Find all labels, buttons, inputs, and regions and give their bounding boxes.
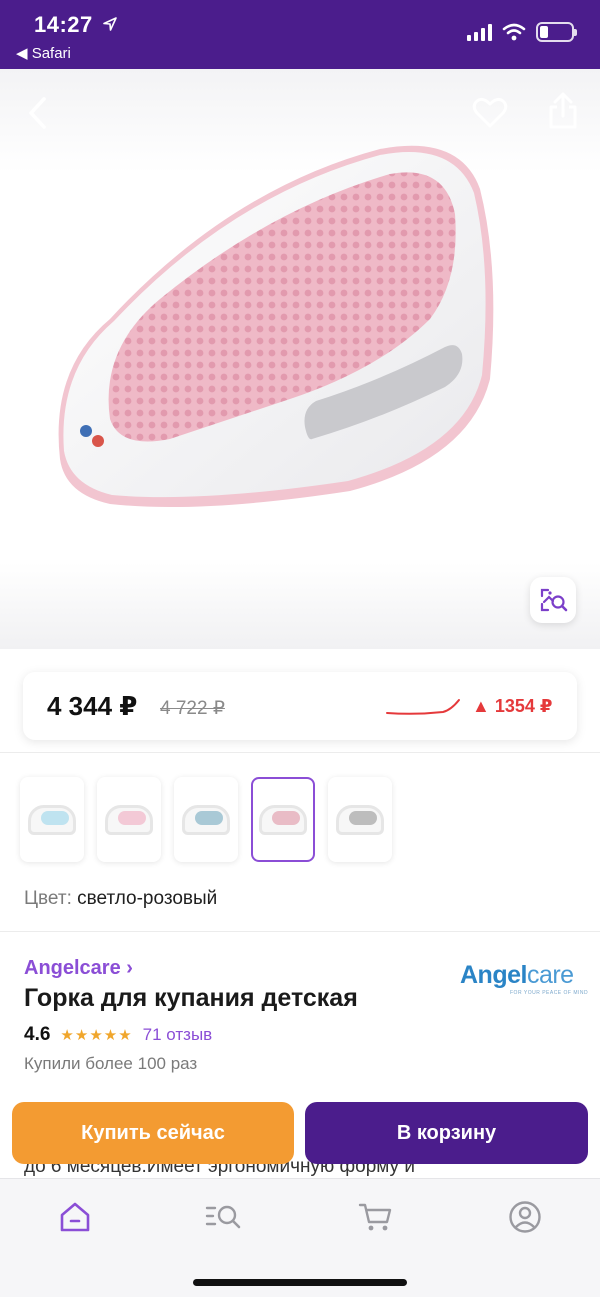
share-button[interactable] bbox=[543, 91, 583, 131]
reviews-link[interactable]: 71 отзыв bbox=[143, 1025, 213, 1045]
favorite-button[interactable] bbox=[470, 93, 510, 133]
chevron-left-icon bbox=[29, 97, 46, 129]
status-time: 14:27 bbox=[34, 12, 93, 37]
back-button[interactable] bbox=[18, 93, 58, 133]
tab-profile[interactable] bbox=[505, 1197, 545, 1237]
status-bar: 14:27 ◀ Safari bbox=[0, 0, 600, 69]
divider bbox=[0, 752, 600, 753]
wifi-icon bbox=[502, 23, 526, 41]
product-image bbox=[58, 145, 494, 508]
price-change: ▲ 1354 ₽ bbox=[472, 696, 553, 716]
color-thumbnail-image bbox=[182, 804, 230, 835]
product-gallery[interactable] bbox=[0, 69, 600, 649]
buy-now-button[interactable]: Купить сейчас bbox=[12, 1102, 294, 1164]
color-thumbnail[interactable] bbox=[20, 777, 84, 862]
rating-value: 4.6 bbox=[24, 1024, 51, 1045]
tab-home[interactable] bbox=[55, 1197, 95, 1237]
color-thumbnail-image bbox=[28, 804, 76, 835]
tab-cart[interactable] bbox=[356, 1197, 396, 1237]
color-selection: Цвет: светло-розовый bbox=[24, 888, 217, 910]
brand-logo-main: Angel bbox=[460, 961, 527, 989]
price-trend-sparkline bbox=[386, 699, 460, 715]
color-thumbnail-image bbox=[105, 804, 153, 835]
cart-icon bbox=[358, 1203, 392, 1231]
home-icon bbox=[60, 1202, 90, 1232]
product-title: Горка для купания детская bbox=[24, 984, 358, 1012]
brand-logo-tagline: FOR YOUR PEACE OF MIND bbox=[510, 990, 589, 996]
color-thumbnail[interactable] bbox=[97, 777, 161, 862]
status-indicators bbox=[467, 22, 577, 42]
heart-icon bbox=[472, 97, 508, 128]
image-search-icon bbox=[540, 588, 568, 612]
rating-stars: ★★★★★ bbox=[60, 1027, 133, 1044]
home-indicator bbox=[193, 1279, 407, 1286]
color-options bbox=[20, 777, 392, 862]
color-thumbnail-image bbox=[336, 804, 384, 835]
brand-logo-accent: care bbox=[526, 961, 574, 989]
tab-catalog[interactable] bbox=[205, 1197, 245, 1237]
color-thumbnail[interactable] bbox=[174, 777, 238, 862]
color-thumbnail[interactable] bbox=[251, 777, 315, 862]
brand-logo[interactable]: Angelcare bbox=[460, 961, 574, 990]
add-to-cart-button[interactable]: В корзину bbox=[305, 1102, 588, 1164]
back-to-safari[interactable]: ◀ Safari bbox=[16, 44, 71, 62]
price-card[interactable]: 4 344 ₽ 4 722 ₽ ▲ 1354 ₽ bbox=[23, 672, 577, 740]
purchase-count: Купили более 100 раз bbox=[24, 1054, 198, 1073]
battery-icon bbox=[536, 22, 577, 42]
share-icon bbox=[549, 92, 577, 129]
divider bbox=[0, 931, 600, 932]
visual-search-button[interactable] bbox=[530, 577, 576, 623]
catalog-search-icon bbox=[205, 1205, 241, 1229]
brand-link[interactable]: Angelcare › bbox=[24, 957, 133, 980]
profile-icon bbox=[509, 1201, 541, 1233]
location-arrow-icon bbox=[103, 17, 117, 31]
current-price: 4 344 ₽ bbox=[47, 691, 138, 721]
rating-row[interactable]: 4.6 ★★★★★ 71 отзыв bbox=[24, 1024, 212, 1046]
color-value: светло-розовый bbox=[77, 888, 218, 909]
signal-icon bbox=[467, 23, 492, 41]
color-thumbnail-image bbox=[259, 804, 307, 835]
color-label: Цвет: bbox=[24, 888, 72, 909]
old-price: 4 722 ₽ bbox=[160, 698, 225, 719]
bottom-tab-bar bbox=[0, 1178, 600, 1297]
color-thumbnail[interactable] bbox=[328, 777, 392, 862]
